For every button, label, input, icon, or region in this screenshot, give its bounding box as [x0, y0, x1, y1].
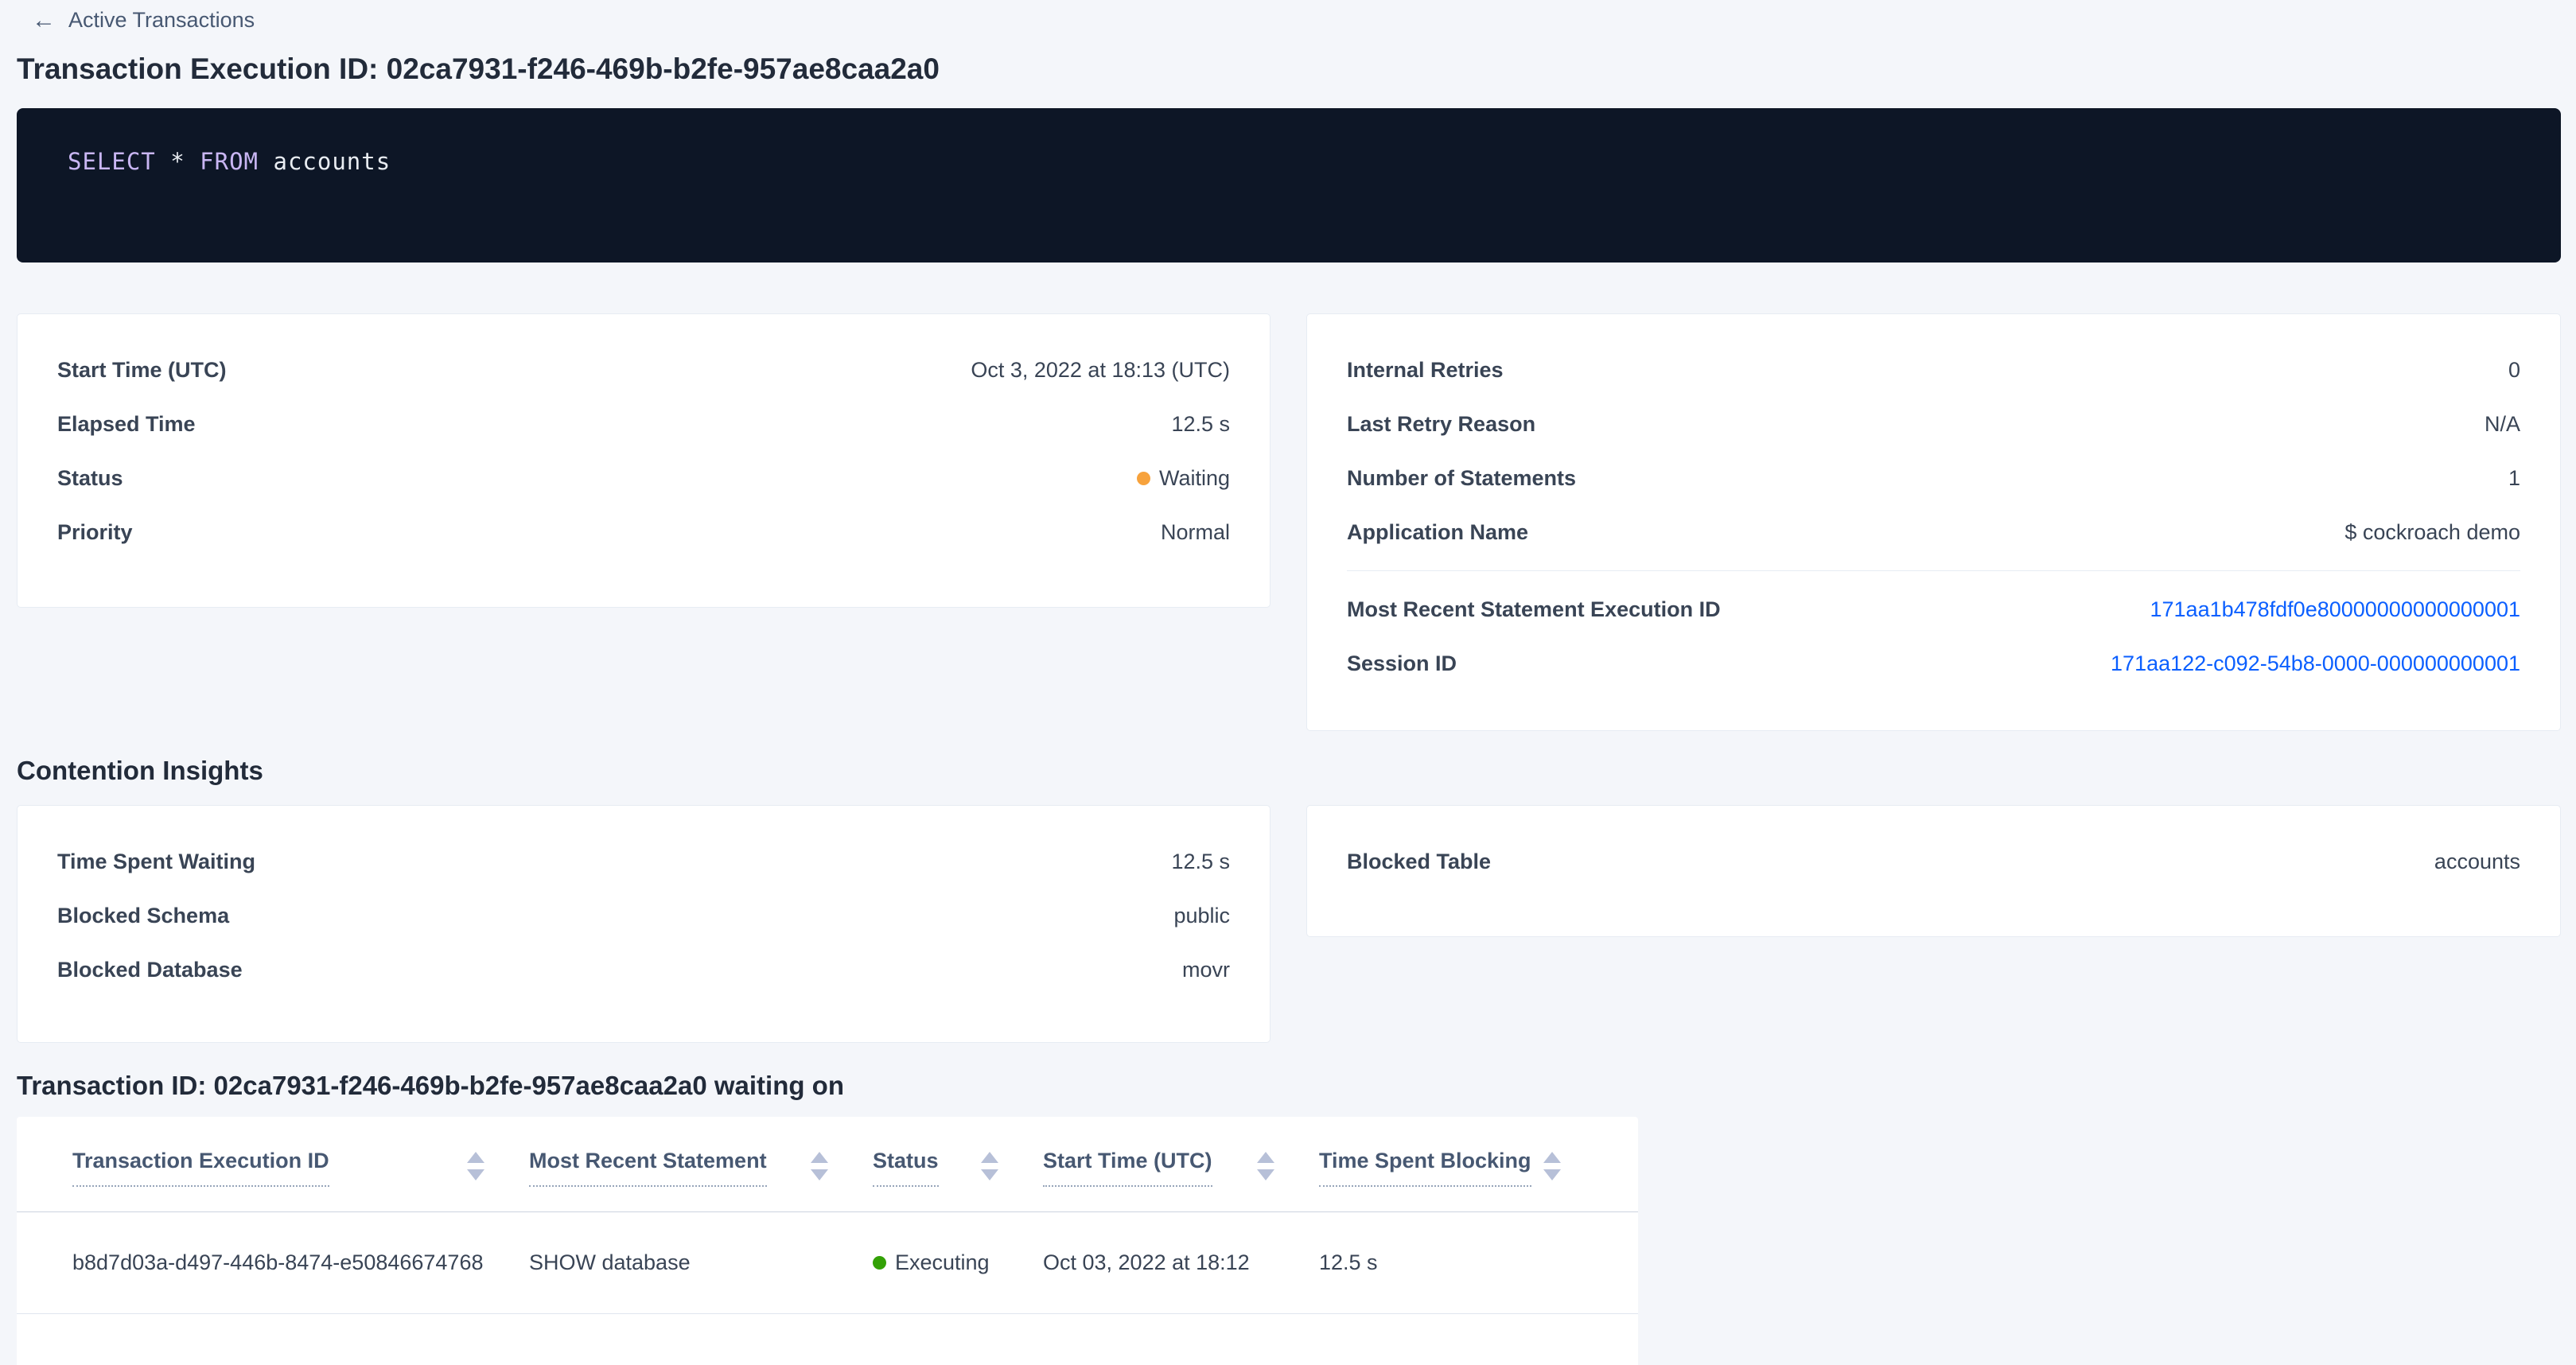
summary-row-elapsed-time: Elapsed Time 12.5 s — [57, 397, 1230, 451]
sql-keyword-from: FROM — [200, 148, 259, 175]
row-value: movr — [1182, 958, 1230, 982]
status-executing-dot-icon — [873, 1256, 886, 1270]
column-header-status[interactable]: Status — [873, 1149, 1043, 1187]
sql-statement: SELECT * FROM accounts — [68, 148, 391, 175]
statement-execution-id-link[interactable]: 171aa1b478fdf0e80000000000000001 — [2150, 597, 2521, 622]
contention-card-right: Blocked Table accounts — [1306, 805, 2561, 937]
row-value: Normal — [1161, 520, 1230, 545]
sort-up-icon — [467, 1152, 484, 1163]
column-header-most-recent-statement[interactable]: Most Recent Statement — [529, 1149, 873, 1187]
sort-icon[interactable] — [981, 1152, 998, 1180]
row-label: Blocked Table — [1347, 850, 1491, 874]
sort-up-icon — [1257, 1152, 1274, 1163]
row-label: Start Time (UTC) — [57, 358, 227, 383]
sort-down-icon — [981, 1169, 998, 1180]
row-value: 12.5 s — [1171, 850, 1230, 874]
sql-table-name: accounts — [273, 148, 391, 175]
session-id-link[interactable]: 171aa122-c092-54b8-0000-000000000001 — [2111, 651, 2520, 676]
summary-row-application-name: Application Name $ cockroach demo — [1347, 505, 2520, 559]
row-label: Internal Retries — [1347, 358, 1504, 383]
contention-row-time-spent-waiting: Time Spent Waiting 12.5 s — [57, 834, 1230, 889]
row-value: public — [1173, 904, 1230, 928]
row-label: Elapsed Time — [57, 412, 196, 437]
sql-statement-box: SELECT * FROM accounts — [17, 108, 2561, 262]
sort-icon[interactable] — [1257, 1152, 1274, 1180]
waiting-on-table: Transaction Execution ID Most Recent Sta… — [17, 1117, 1638, 1365]
cell-most-recent-statement: SHOW database — [529, 1250, 873, 1275]
waiting-on-heading: Transaction ID: 02ca7931-f246-469b-b2fe-… — [17, 1071, 844, 1101]
column-header-label[interactable]: Start Time (UTC) — [1043, 1149, 1212, 1187]
row-label: Last Retry Reason — [1347, 412, 1535, 437]
sort-down-icon — [467, 1169, 484, 1180]
transaction-details-page: ← Active Transactions Transaction Execut… — [0, 0, 2576, 1365]
summary-row-number-of-statements: Number of Statements 1 — [1347, 451, 2520, 505]
sort-icon[interactable] — [811, 1152, 828, 1180]
row-label: Most Recent Statement Execution ID — [1347, 597, 1721, 622]
row-label: Number of Statements — [1347, 466, 1576, 491]
column-header-start-time[interactable]: Start Time (UTC) — [1043, 1149, 1319, 1187]
sort-up-icon — [1543, 1152, 1561, 1163]
summary-card-left: Start Time (UTC) Oct 3, 2022 at 18:13 (U… — [17, 313, 1270, 608]
sort-icon[interactable] — [1543, 1152, 1561, 1180]
column-header-label[interactable]: Transaction Execution ID — [72, 1149, 329, 1187]
arrow-left-icon: ← — [32, 9, 56, 33]
sort-down-icon — [1543, 1169, 1561, 1180]
sort-up-icon — [811, 1152, 828, 1163]
summary-row-priority: Priority Normal — [57, 505, 1230, 559]
column-header-label[interactable]: Most Recent Statement — [529, 1149, 767, 1187]
sort-icon[interactable] — [467, 1152, 484, 1180]
page-title: Transaction Execution ID: 02ca7931-f246-… — [17, 52, 940, 86]
sort-down-icon — [1257, 1169, 1274, 1180]
contention-row-blocked-database: Blocked Database movr — [57, 943, 1230, 997]
contention-row-blocked-table: Blocked Table accounts — [1347, 834, 2520, 889]
row-label: Blocked Schema — [57, 904, 229, 928]
back-link-label[interactable]: Active Transactions — [68, 8, 255, 33]
table-row: b8d7d03a-d497-446b-8474-e50846674768 SHO… — [17, 1212, 1638, 1314]
summary-row-status: Status Waiting — [57, 451, 1230, 505]
cell-status: Executing — [873, 1250, 1043, 1275]
contention-row-blocked-schema: Blocked Schema public — [57, 889, 1230, 943]
sort-down-icon — [811, 1169, 828, 1180]
sort-up-icon — [981, 1152, 998, 1163]
column-header-time-spent-blocking[interactable]: Time Spent Blocking — [1319, 1149, 1605, 1187]
row-label: Blocked Database — [57, 958, 243, 982]
status-waiting-dot-icon — [1137, 472, 1150, 485]
cell-start-time: Oct 03, 2022 at 18:12 — [1043, 1250, 1319, 1275]
summary-row-statement-execution-id: Most Recent Statement Execution ID 171aa… — [1347, 582, 2520, 636]
row-value: 1 — [2508, 466, 2520, 491]
row-label: Time Spent Waiting — [57, 850, 255, 874]
contention-card-left: Time Spent Waiting 12.5 s Blocked Schema… — [17, 805, 1270, 1043]
column-header-transaction-execution-id[interactable]: Transaction Execution ID — [72, 1149, 529, 1187]
cell-time-spent-blocking: 12.5 s — [1319, 1250, 1605, 1275]
row-value: Oct 3, 2022 at 18:13 (UTC) — [971, 358, 1230, 383]
status-text: Executing — [895, 1250, 990, 1275]
cell-transaction-execution-id: b8d7d03a-d497-446b-8474-e50846674768 — [72, 1250, 529, 1275]
status-text: Waiting — [1159, 466, 1230, 491]
row-value: 0 — [2508, 358, 2520, 383]
back-to-active-transactions-link[interactable]: ← Active Transactions — [32, 8, 255, 33]
row-label: Session ID — [1347, 651, 1457, 676]
row-label: Priority — [57, 520, 133, 545]
row-value: $ cockroach demo — [2344, 520, 2520, 545]
card-divider — [1347, 570, 2520, 571]
row-value: N/A — [2485, 412, 2520, 437]
row-value: 12.5 s — [1171, 412, 1230, 437]
summary-row-start-time: Start Time (UTC) Oct 3, 2022 at 18:13 (U… — [57, 343, 1230, 397]
summary-row-internal-retries: Internal Retries 0 — [1347, 343, 2520, 397]
sql-star: * — [170, 148, 185, 175]
table-header-row: Transaction Execution ID Most Recent Sta… — [17, 1117, 1638, 1212]
row-label: Application Name — [1347, 520, 1528, 545]
row-label: Status — [57, 466, 123, 491]
summary-card-right: Internal Retries 0 Last Retry Reason N/A… — [1306, 313, 2561, 731]
summary-row-session-id: Session ID 171aa122-c092-54b8-0000-00000… — [1347, 636, 2520, 690]
column-header-label[interactable]: Status — [873, 1149, 939, 1187]
sql-keyword-select: SELECT — [68, 148, 156, 175]
status-badge: Waiting — [1137, 466, 1230, 491]
contention-insights-heading: Contention Insights — [17, 756, 263, 786]
row-value: accounts — [2434, 850, 2520, 874]
summary-row-last-retry-reason: Last Retry Reason N/A — [1347, 397, 2520, 451]
column-header-label[interactable]: Time Spent Blocking — [1319, 1149, 1531, 1187]
